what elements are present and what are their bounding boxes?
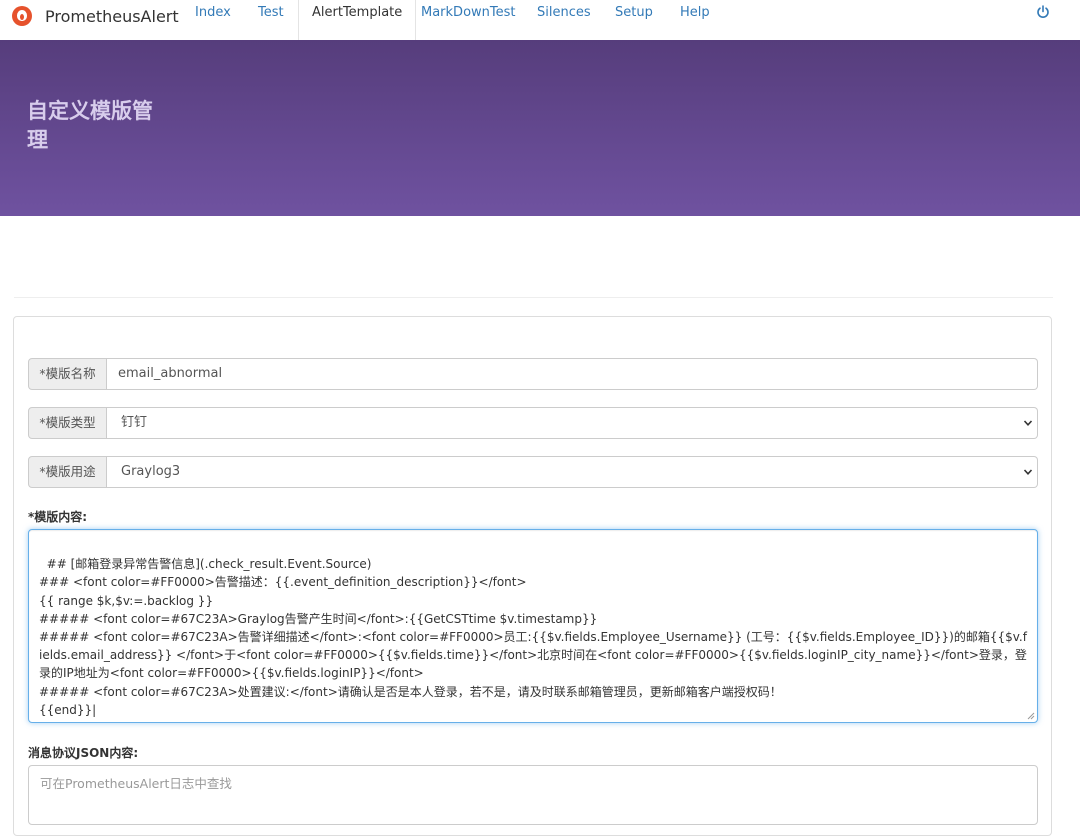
json-content-label: 消息协议JSON内容: — [28, 746, 139, 760]
template-name-input[interactable]: email_abnormal — [107, 358, 1038, 390]
template-usage-label: *模版用途 — [28, 456, 107, 488]
template-type-select[interactable]: 钉钉 — [107, 407, 1038, 439]
template-usage-group: *模版用途 Graylog3 — [28, 456, 1038, 488]
template-type-value: 钉钉 — [121, 415, 148, 430]
nav-alert-template[interactable]: AlertTemplate — [298, 0, 417, 40]
top-navbar: PrometheusAlert Index Test AlertTemplate… — [0, 0, 1080, 40]
template-name-group: *模版名称 email_abnormal — [28, 358, 1038, 390]
template-usage-value: Graylog3 — [121, 464, 181, 479]
page-title: 自定义模版管理 — [27, 99, 153, 152]
template-usage-select[interactable]: Graylog3 — [107, 456, 1038, 488]
prometheus-logo-icon — [12, 6, 32, 26]
nav-setup[interactable]: Setup — [615, 0, 653, 32]
json-content-placeholder: 可在PrometheusAlert日志中查找 — [40, 776, 232, 791]
nav-test[interactable]: Test — [258, 0, 284, 32]
template-content-label: *模版内容: — [28, 510, 88, 524]
power-icon[interactable] — [1036, 5, 1050, 19]
nav-index[interactable]: Index — [195, 0, 231, 32]
template-content-textarea[interactable]: ## [邮箱登录异常告警信息](.check_result.Event.Sour… — [28, 529, 1038, 723]
page-header-banner: 自定义模版管理 — [0, 40, 1080, 216]
chevron-down-icon — [1023, 420, 1033, 426]
chevron-down-icon — [1023, 469, 1033, 475]
template-name-label: *模版名称 — [28, 358, 107, 390]
brand[interactable]: PrometheusAlert — [12, 0, 179, 32]
json-content-textarea[interactable]: 可在PrometheusAlert日志中查找 — [28, 765, 1038, 825]
brand-name: PrometheusAlert — [45, 6, 179, 26]
nav-help[interactable]: Help — [680, 0, 710, 32]
nav-silences[interactable]: Silences — [537, 0, 591, 32]
nav-markdown-test[interactable]: MarkDownTest — [421, 0, 516, 32]
resize-grip-icon[interactable] — [1027, 712, 1035, 720]
divider — [14, 297, 1053, 298]
template-type-label: *模版类型 — [28, 407, 107, 439]
template-type-group: *模版类型 钉钉 — [28, 407, 1038, 439]
template-content-text: ## [邮箱登录异常告警信息](.check_result.Event.Sour… — [39, 557, 1027, 717]
